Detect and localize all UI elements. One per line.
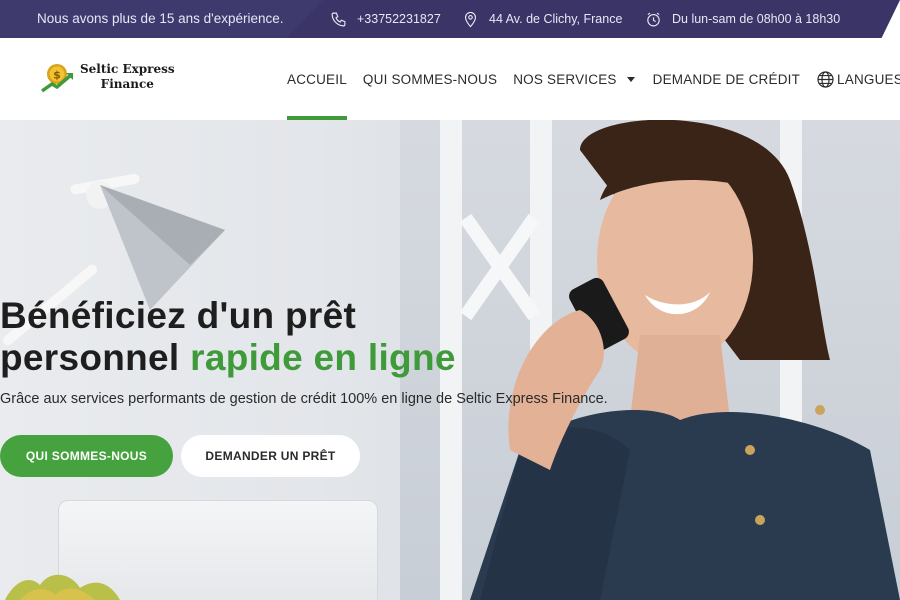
opening-hours: Du lun-sam de 08h00 à 18h30 — [645, 0, 840, 38]
phone-icon — [331, 12, 346, 26]
site-header: $ Seltic Express Finance ACCUEIL QUI SOM… — [0, 38, 900, 120]
nav-label: LANGUES — [837, 71, 900, 87]
main-nav: ACCUEIL QUI SOMMES-NOUS NOS SERVICES DEM… — [287, 38, 900, 120]
svg-text:$: $ — [53, 69, 61, 82]
hero-subtitle: Grâce aux services performants de gestio… — [0, 391, 608, 407]
nav-item-qui-sommes-nous[interactable]: QUI SOMMES-NOUS — [363, 38, 497, 120]
nav-label: NOS SERVICES — [513, 71, 617, 87]
logo-wordmark: Seltic Express Finance — [80, 62, 175, 92]
hero-title: Bénéficiez d'un prêt personnel rapide en… — [0, 295, 456, 379]
address-text: 44 Av. de Clichy, France — [489, 12, 623, 26]
clock-icon — [647, 12, 660, 26]
nav-item-accueil[interactable]: ACCUEIL — [287, 38, 347, 120]
top-info-bar: Nous avons plus de 15 ans d'expérience. … — [0, 0, 900, 38]
woman-on-phone-image — [470, 120, 900, 600]
nav-label: QUI SOMMES-NOUS — [362, 71, 498, 87]
qui-sommes-nous-button[interactable]: QUI SOMMES-NOUS — [0, 435, 173, 477]
address-contact[interactable]: 44 Av. de Clichy, France — [462, 0, 622, 38]
chevron-down-icon — [626, 76, 635, 82]
nav-item-nos-services[interactable]: NOS SERVICES — [513, 38, 635, 120]
nav-item-langues[interactable]: LANGUES — [816, 38, 900, 120]
hero-title-line-2-plain: personnel — [0, 337, 180, 378]
nav-label: ACCUEIL — [287, 71, 347, 87]
logo-line-1: Seltic Express — [80, 62, 175, 76]
hero-banner: Bénéficiez d'un prêt personnel rapide en… — [0, 120, 900, 600]
site-logo[interactable]: $ Seltic Express Finance — [40, 60, 175, 94]
location-pin-icon — [464, 11, 477, 27]
phone-contact[interactable]: +33752231827 — [330, 0, 441, 38]
phone-number: +33752231827 — [357, 12, 441, 26]
hero-title-line-2-highlight: rapide en ligne — [190, 337, 456, 378]
nav-label: DEMANDE DE CRÉDIT — [652, 71, 801, 87]
hours-text: Du lun-sam de 08h00 à 18h30 — [672, 12, 841, 26]
logo-line-2: Finance — [100, 77, 154, 91]
nav-item-demande-de-credit[interactable]: DEMANDE DE CRÉDIT — [653, 38, 800, 120]
plant-image — [5, 574, 120, 600]
hero-title-line-1: Bénéficiez d'un prêt — [0, 295, 357, 336]
dollar-growth-logo-icon: $ — [40, 64, 73, 93]
globe-icon — [817, 70, 834, 88]
experience-text: Nous avons plus de 15 ans d'expérience. — [37, 11, 284, 26]
demander-un-pret-button[interactable]: DEMANDER UN PRÊT — [181, 435, 360, 477]
